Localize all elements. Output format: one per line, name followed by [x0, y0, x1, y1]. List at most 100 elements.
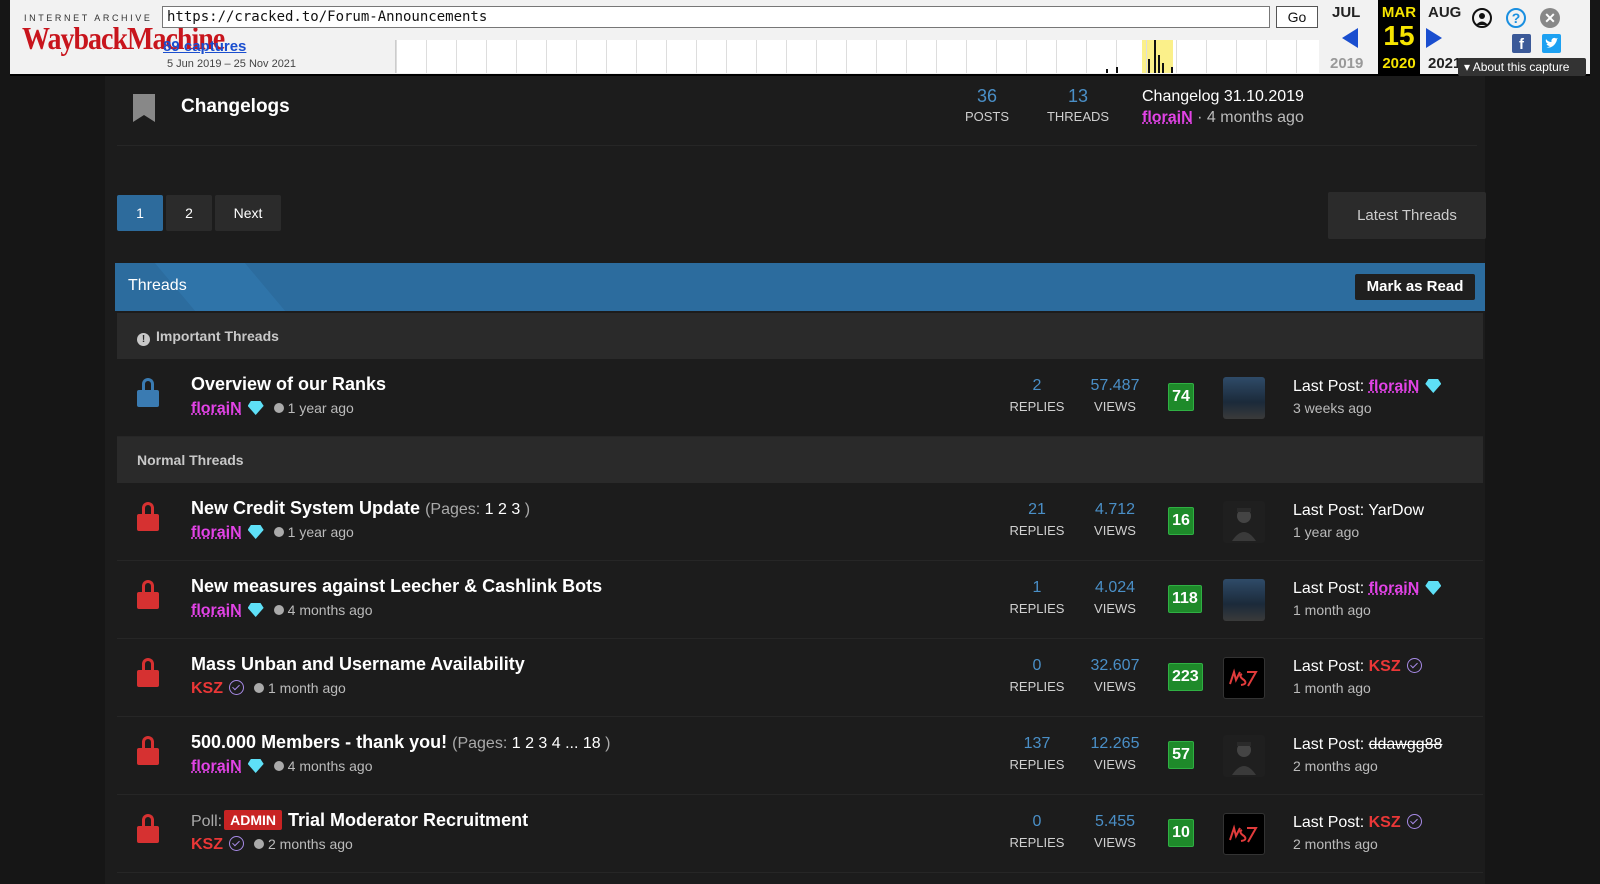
- page-1-button[interactable]: 1: [117, 195, 163, 231]
- page-links[interactable]: 1 2 3: [485, 501, 521, 518]
- prev-year[interactable]: 2019: [1330, 55, 1363, 72]
- current-month: MAR: [1381, 4, 1417, 21]
- avatar[interactable]: [1223, 501, 1265, 543]
- thread-row[interactable]: Overview of our Ranks floraiN 1 year ago …: [117, 359, 1483, 437]
- thread-title[interactable]: 500.000 Members - thank you!: [191, 732, 447, 752]
- last-post-time[interactable]: 2 months ago: [1293, 758, 1378, 774]
- replies-count[interactable]: 137: [997, 735, 1077, 753]
- current-capture-date: MAR 15 2020: [1378, 0, 1420, 74]
- thread-title[interactable]: New measures against Leecher & Cashlink …: [191, 576, 602, 597]
- replies-count[interactable]: 1: [997, 579, 1077, 597]
- next-page-button[interactable]: Next: [215, 195, 281, 231]
- last-post-user[interactable]: floraiN: [1369, 378, 1420, 395]
- page-2-button[interactable]: 2: [166, 195, 212, 231]
- verified-icon: [229, 836, 244, 851]
- views-stat: 12.265 VIEWS: [1075, 735, 1155, 772]
- normal-threads-label: Normal Threads: [137, 452, 244, 468]
- last-post-label: Last Post:: [1293, 502, 1365, 519]
- thread-row[interactable]: 500.000 Members - thank you! (Pages: 1 2…: [117, 717, 1483, 795]
- forum-changelogs-row[interactable]: Changelogs 36 POSTS 13 THREADS Changelog…: [117, 80, 1477, 146]
- thread-row[interactable]: New Credit System Update (Pages: 1 2 3 )…: [117, 483, 1483, 561]
- about-capture-button[interactable]: ▾ About this capture: [1458, 58, 1586, 76]
- thread-pages: (Pages: 1 2 3 4 ... 18 ): [452, 735, 610, 752]
- last-post-title[interactable]: Changelog 31.10.2019: [1142, 88, 1304, 106]
- last-post-user[interactable]: KSZ: [1369, 658, 1401, 675]
- last-post-user[interactable]: ddawgg88: [1369, 736, 1443, 753]
- sparkline-bar: [1148, 59, 1150, 73]
- facebook-icon[interactable]: f: [1512, 34, 1531, 53]
- lock-icon: [137, 658, 159, 689]
- sparkline-bar: [1158, 55, 1160, 73]
- forum-title[interactable]: Changelogs: [181, 96, 290, 118]
- author-link[interactable]: floraiN: [191, 602, 242, 619]
- avatar[interactable]: [1223, 377, 1265, 419]
- verified-icon: [1406, 658, 1422, 673]
- user-icon[interactable]: [1472, 8, 1492, 28]
- replies-count[interactable]: 0: [997, 813, 1077, 831]
- prev-month[interactable]: JUL: [1332, 4, 1360, 21]
- sparkline-month-column: [726, 40, 727, 73]
- sparkline-month-column: [876, 40, 877, 73]
- thread-title-line: Poll: ADMIN Trial Moderator Recruitment: [191, 810, 528, 831]
- lock-icon: [137, 736, 159, 767]
- last-post-time[interactable]: 1 year ago: [1293, 524, 1359, 540]
- thread-time: 4 months ago: [287, 602, 373, 618]
- rating-badge: 223: [1168, 663, 1203, 691]
- next-year[interactable]: 2021: [1428, 55, 1461, 72]
- views-count: 32.607: [1090, 657, 1140, 674]
- avatar[interactable]: [1223, 579, 1265, 621]
- replies-count[interactable]: 2: [997, 377, 1077, 395]
- next-month[interactable]: AUG: [1428, 4, 1461, 21]
- avatar[interactable]: [1223, 735, 1265, 777]
- thread-title[interactable]: Trial Moderator Recruitment: [288, 810, 528, 830]
- last-post-user[interactable]: KSZ: [1369, 814, 1401, 831]
- go-button[interactable]: Go: [1276, 6, 1318, 28]
- page-links[interactable]: 1 2 3 4 ... 18: [512, 735, 601, 752]
- last-post: Last Post: YarDow: [1293, 502, 1424, 520]
- wayback-url-input[interactable]: https://cracked.to/Forum-Announcements: [162, 6, 1270, 28]
- last-post-time[interactable]: 2 months ago: [1293, 836, 1378, 852]
- capture-sparkline[interactable]: [395, 40, 1319, 73]
- replies-count[interactable]: 0: [997, 657, 1077, 675]
- replies-count[interactable]: 21: [997, 501, 1077, 519]
- avatar[interactable]: [1223, 657, 1265, 699]
- thread-row[interactable]: New measures against Leecher & Cashlink …: [117, 561, 1483, 639]
- username-link[interactable]: floraiN: [1142, 109, 1193, 126]
- pages-close: ): [605, 735, 611, 752]
- author-link[interactable]: floraiN: [191, 758, 242, 775]
- sparkline-month-column: [906, 40, 907, 73]
- author-link[interactable]: floraiN: [191, 524, 242, 541]
- author-link[interactable]: KSZ: [191, 680, 223, 697]
- thread-title[interactable]: Overview of our Ranks: [191, 374, 386, 395]
- prev-capture-arrow-icon[interactable]: [1342, 28, 1358, 48]
- views-label: VIEWS: [1094, 399, 1136, 414]
- help-icon[interactable]: ?: [1506, 8, 1526, 28]
- twitter-icon[interactable]: [1542, 34, 1561, 53]
- thread-row[interactable]: Poll: ADMIN Trial Moderator Recruitment KS…: [117, 795, 1483, 873]
- author-link[interactable]: KSZ: [191, 836, 223, 853]
- sparkline-month-column: [846, 40, 847, 73]
- thread-time: 4 months ago: [287, 758, 373, 774]
- last-post-time: · 4 months ago: [1197, 109, 1304, 126]
- last-post-user[interactable]: floraiN: [1369, 580, 1420, 597]
- replies-label: REPLIES: [1009, 523, 1065, 538]
- last-post-time[interactable]: 1 month ago: [1293, 602, 1371, 618]
- captures-link[interactable]: 89 captures: [163, 38, 246, 55]
- thread-row[interactable]: Mass Unban and Username Availability KSZ…: [117, 639, 1483, 717]
- close-icon[interactable]: ✕: [1540, 8, 1560, 28]
- replies-stat: 0 REPLIES: [997, 657, 1077, 694]
- last-post-time[interactable]: 3 weeks ago: [1293, 400, 1372, 416]
- views-label: VIEWS: [1094, 757, 1136, 772]
- latest-threads-button[interactable]: Latest Threads: [1328, 192, 1486, 239]
- thread-title[interactable]: Mass Unban and Username Availability: [191, 654, 525, 675]
- replies-label: REPLIES: [1009, 399, 1065, 414]
- thread-title[interactable]: New Credit System Update: [191, 498, 420, 518]
- last-post-label: Last Post:: [1293, 658, 1365, 675]
- author-link[interactable]: floraiN: [191, 400, 242, 417]
- avatar[interactable]: [1223, 813, 1265, 855]
- last-post-time[interactable]: 1 month ago: [1293, 680, 1371, 696]
- mark-as-read-button[interactable]: Mark as Read: [1355, 274, 1475, 300]
- last-post-user[interactable]: YarDow: [1368, 502, 1424, 519]
- next-capture-arrow-icon[interactable]: [1426, 28, 1442, 48]
- replies-label: REPLIES: [1009, 757, 1065, 772]
